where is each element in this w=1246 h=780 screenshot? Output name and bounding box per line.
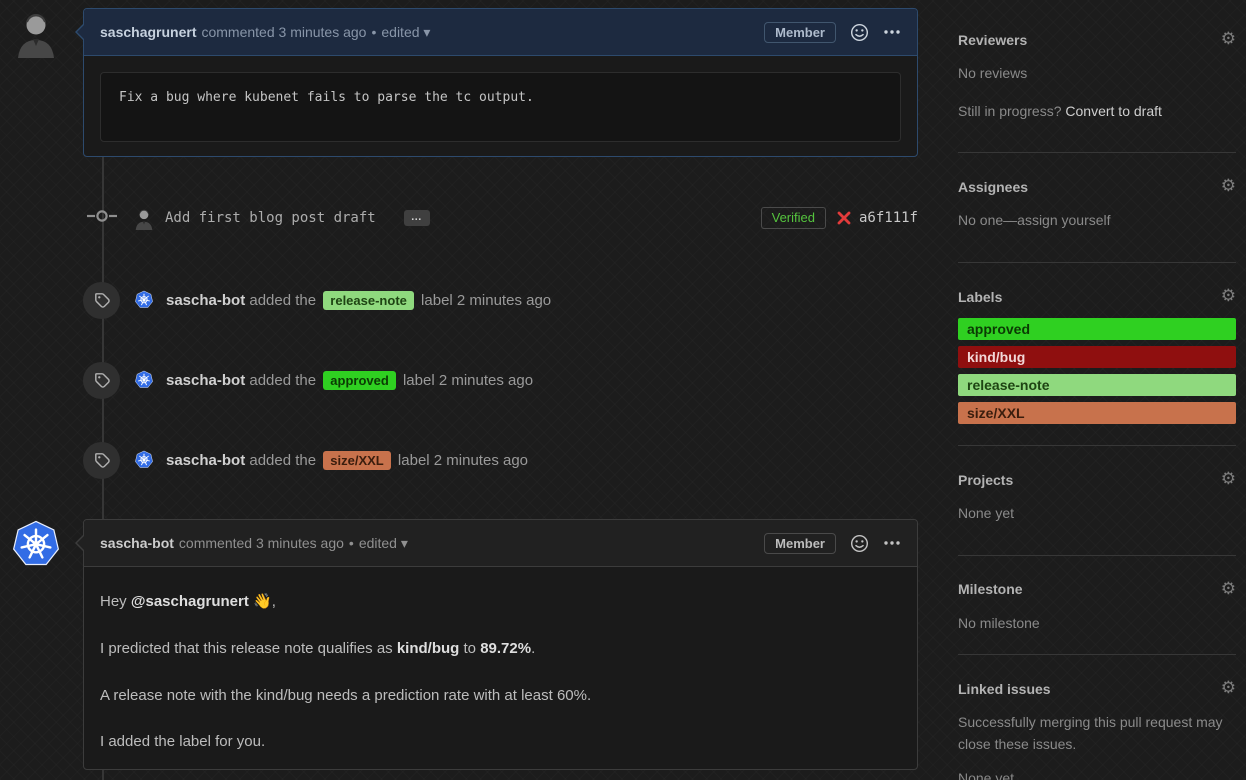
commit-author-avatar[interactable]	[132, 206, 156, 230]
comment-saschagrunert: saschagrunert commented 3 minutes ago • …	[83, 8, 918, 157]
label-event-row: sascha-bot added the approved label 2 mi…	[83, 361, 918, 399]
comment-author-link[interactable]: saschagrunert	[100, 24, 196, 40]
kebab-menu-button[interactable]	[883, 29, 901, 35]
label-event-row: sascha-bot added the size/XXL label 2 mi…	[83, 441, 918, 479]
label-chip[interactable]: release-note	[323, 291, 414, 310]
sidebar-label-chip[interactable]: kind/bug	[958, 346, 1236, 368]
pull-request-conversation-page: { "comment1": { "author": "saschagrunert…	[0, 0, 1246, 780]
bot-avatar[interactable]	[134, 370, 154, 390]
sidebar-section-reviewers: Reviewers ⚙ No reviews Still in progress…	[958, 0, 1236, 153]
sidebar-label-chip[interactable]: release-note	[958, 374, 1236, 396]
sidebar-section-labels: Labels ⚙ approved kind/bug release-note …	[958, 263, 1236, 446]
sidebar-label-chip[interactable]: size/XXL	[958, 402, 1236, 424]
comment-timestamp: commented 3 minutes ago	[201, 24, 366, 40]
bot-avatar[interactable]	[134, 290, 154, 310]
member-badge: Member	[764, 533, 836, 554]
gear-icon[interactable]: ⚙	[1221, 471, 1236, 488]
event-timestamp: label 2 minutes ago	[398, 452, 528, 469]
gear-icon[interactable]: ⚙	[1221, 581, 1236, 598]
chevron-down-icon: ▾	[401, 535, 408, 551]
event-action-text: added the	[249, 372, 320, 389]
linked-issues-title: Linked issues	[958, 681, 1051, 697]
edited-dropdown[interactable]: edited ▾	[381, 24, 430, 41]
milestone-empty-text: No milestone	[958, 613, 1236, 635]
label-event-row: sascha-bot added the release-note label …	[83, 281, 918, 319]
dot-separator: •	[371, 24, 376, 40]
member-badge: Member	[764, 22, 836, 43]
comment-header: saschagrunert commented 3 minutes ago • …	[84, 9, 917, 56]
gear-icon[interactable]: ⚙	[1221, 680, 1236, 697]
label-chip[interactable]: size/XXL	[323, 451, 390, 470]
verified-badge[interactable]: Verified	[761, 207, 826, 229]
labels-title: Labels	[958, 289, 1002, 305]
projects-empty-text: None yet	[958, 503, 1236, 525]
sidebar-section-linked-issues: Linked issues ⚙ Successfully merging thi…	[958, 655, 1236, 780]
sidebar-label-chip[interactable]: approved	[958, 318, 1236, 340]
sidebar-section-projects: Projects ⚙ None yet	[958, 446, 1236, 556]
commit-message-link[interactable]: Add first blog post draft	[165, 210, 376, 226]
comment-paragraph: A release note with the kind/bug needs a…	[100, 687, 901, 706]
gear-icon[interactable]: ⚙	[1221, 288, 1236, 305]
bold-text: @saschagrunert	[131, 593, 249, 610]
milestone-title: Milestone	[958, 581, 1023, 597]
emoji-reaction-button[interactable]	[850, 534, 869, 553]
commit-icon	[87, 209, 117, 228]
draft-hint-text: Still in progress?	[958, 103, 1062, 119]
kebab-menu-button[interactable]	[883, 540, 901, 546]
gear-icon[interactable]: ⚙	[1221, 31, 1236, 48]
status-failed-icon[interactable]	[837, 211, 851, 225]
tag-icon	[83, 442, 120, 479]
comment-body: Hey @saschagrunert 👋, I predicted that th…	[84, 567, 917, 780]
bold-text: 89.72%	[480, 640, 531, 657]
sidebar: Reviewers ⚙ No reviews Still in progress…	[958, 0, 1236, 780]
commit-sha-link[interactable]: a6f111f	[859, 210, 918, 226]
tag-icon	[83, 362, 120, 399]
comment-body: Fix a bug where kubenet fails to parse t…	[84, 56, 917, 158]
event-action-text: added the	[249, 452, 320, 469]
tag-icon	[83, 282, 120, 319]
code-block: Fix a bug where kubenet fails to parse t…	[100, 72, 901, 142]
projects-title: Projects	[958, 472, 1013, 488]
assign-yourself-link[interactable]: assign yourself	[1017, 212, 1110, 228]
edited-dropdown[interactable]: edited ▾	[359, 535, 408, 552]
sidebar-section-milestone: Milestone ⚙ No milestone	[958, 556, 1236, 656]
label-chip[interactable]: approved	[323, 371, 396, 390]
reviewers-empty-text: No reviews	[958, 63, 1236, 85]
comment-author-link[interactable]: sascha-bot	[100, 535, 174, 551]
comment-paragraph: I predicted that this release note quali…	[100, 640, 901, 659]
event-actor-link[interactable]: sascha-bot	[166, 292, 245, 309]
comment-header: sascha-bot commented 3 minutes ago • edi…	[84, 520, 917, 567]
assignees-empty-text: No one—	[958, 212, 1017, 228]
comment-timestamp: commented 3 minutes ago	[179, 535, 344, 551]
author-avatar[interactable]	[10, 6, 62, 58]
chevron-down-icon: ▾	[423, 24, 430, 40]
comment-paragraph: Hey @saschagrunert 👋,	[100, 593, 901, 612]
bot-avatar-large[interactable]	[10, 519, 62, 571]
reviewers-title: Reviewers	[958, 32, 1027, 48]
event-actor-link[interactable]: sascha-bot	[166, 372, 245, 389]
event-action-text: added the	[249, 292, 320, 309]
commit-expand-button[interactable]: …	[404, 210, 430, 226]
commit-row: Add first blog post draft … Verified a6f…	[83, 205, 918, 231]
dot-separator: •	[349, 535, 354, 551]
gear-icon[interactable]: ⚙	[1221, 178, 1236, 195]
bold-text: kind/bug	[397, 640, 460, 657]
convert-to-draft-link[interactable]: Convert to draft	[1065, 103, 1162, 119]
linked-issues-description: Successfully merging this pull request m…	[958, 712, 1236, 755]
event-timestamp: label 2 minutes ago	[421, 292, 551, 309]
emoji-reaction-button[interactable]	[850, 23, 869, 42]
assignees-title: Assignees	[958, 179, 1028, 195]
sidebar-section-assignees: Assignees ⚙ No one—assign yourself	[958, 153, 1236, 263]
event-actor-link[interactable]: sascha-bot	[166, 452, 245, 469]
comment-paragraph: I added the label for you.	[100, 733, 901, 752]
linked-issues-empty-text: None yet	[958, 768, 1236, 780]
comment-sascha-bot: sascha-bot commented 3 minutes ago • edi…	[83, 519, 918, 770]
event-timestamp: label 2 minutes ago	[403, 372, 533, 389]
bot-avatar[interactable]	[134, 450, 154, 470]
